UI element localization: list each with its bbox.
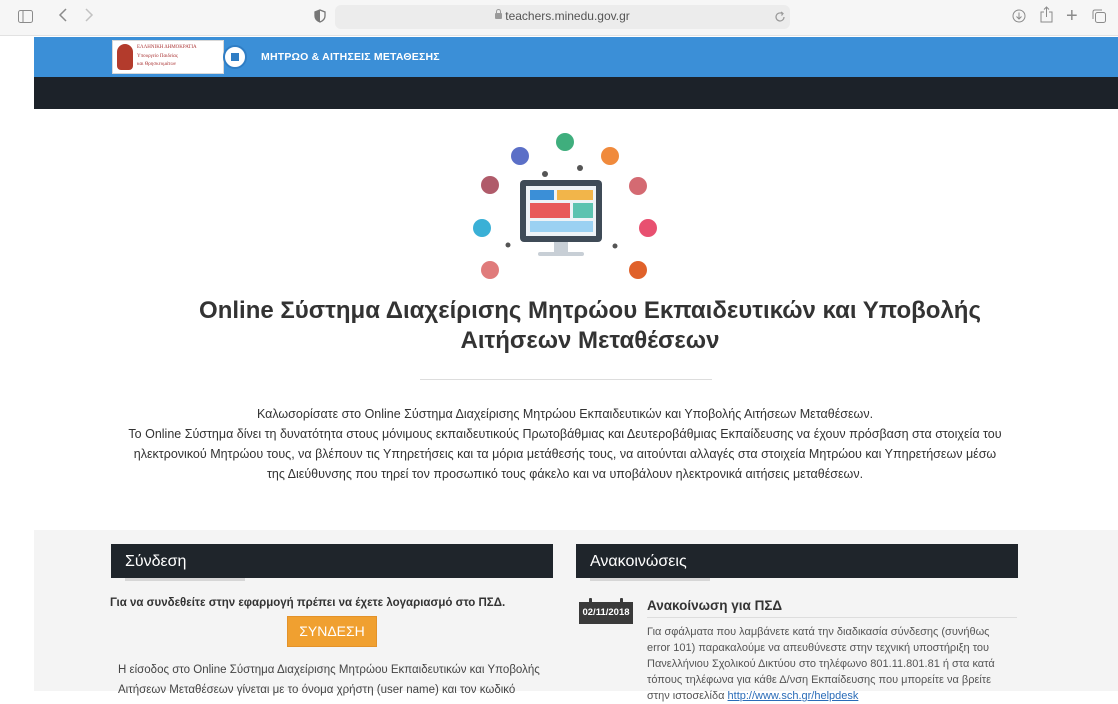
download-icon[interactable]	[1012, 9, 1026, 27]
announcement-line-2: error 101) παρακαλούμε να απευθύνεστε στ…	[647, 642, 990, 654]
announcement-body: Για σφάλματα που λαμβάνετε κατά την διαδ…	[647, 624, 1019, 704]
login-button[interactable]: ΣΥΝΔΕΣΗ	[287, 616, 377, 647]
logo-line-2: Υπουργείο Παιδείας	[137, 54, 178, 59]
tabs-overview-icon[interactable]	[1092, 9, 1106, 27]
site-header: ΕΛΛΗΝΙΚΗ ΔΗΜΟΚΡΑΤΙΑ Υπουργείο Παιδείας κ…	[34, 37, 1118, 77]
forward-icon[interactable]	[84, 7, 94, 27]
logo-line-1: ΕΛΛΗΝΙΚΗ ΔΗΜΟΚΡΑΤΙΑ	[137, 45, 197, 50]
page-title: Online Σύστημα Διαχείρισης Μητρώου Εκπαι…	[60, 296, 1118, 356]
announcement-line-4: τόπους τηλέφωνα για κάθε Δ/νση Εκπαίδευσ…	[647, 674, 992, 686]
logo-line-3: και Θρησκευμάτων	[137, 62, 177, 67]
announcement-divider	[647, 617, 1017, 618]
login-panel-heading: Σύνδεση	[111, 544, 553, 581]
announcement-line-1: Για σφάλματα που λαμβάνετε κατά την διαδ…	[647, 626, 990, 638]
sidebar-icon[interactable]	[18, 9, 33, 27]
login-description-line-2: Αιτήσεων Μεταθέσεων γίνεται με το όνομα …	[118, 684, 516, 696]
login-description: Η είσοδος στο Online Σύστημα Διαχείρισης…	[118, 660, 558, 700]
new-tab-icon[interactable]: +	[1066, 6, 1078, 26]
privacy-shield-icon[interactable]	[314, 9, 326, 27]
intro-line-2: Το Online Σύστημα δίνει τη δυνατότητα στ…	[128, 427, 1002, 441]
reload-icon[interactable]	[774, 9, 786, 27]
announcements-panel-heading: Ανακοινώσεις	[576, 544, 1018, 581]
login-note: Για να συνδεθείτε στην εφαρμογή πρέπει ν…	[110, 597, 506, 609]
intro-text: Καλωσορίσατε στο Online Σύστημα Διαχείρι…	[100, 404, 1030, 484]
page-title-line-1: Online Σύστημα Διαχείρισης Μητρώου Εκπαι…	[199, 297, 981, 324]
lock-icon	[495, 9, 503, 19]
intro-line-4: της Διεύθυνσης που τηρεί τον προσωπικό τ…	[266, 467, 864, 481]
login-description-line-1: Η είσοδος στο Online Σύστημα Διαχείρισης…	[118, 664, 540, 676]
address-bar[interactable]: teachers.minedu.gov.gr	[335, 5, 790, 29]
site-title[interactable]: ΜΗΤΡΩΟ & ΑΙΤΗΣΕΙΣ ΜΕΤΑΘΕΣΗΣ	[261, 51, 440, 63]
announcement-title[interactable]: Ανακοίνωση για ΠΣΔ	[647, 598, 782, 613]
announcement-date-badge: 02/11/2018	[579, 598, 633, 624]
announcement-line-5-prefix: στην ιστοσελίδα	[647, 690, 725, 702]
main-navigation-bar	[34, 77, 1118, 109]
share-icon[interactable]	[1040, 6, 1053, 27]
ministry-logo[interactable]: ΕΛΛΗΝΙΚΗ ΔΗΜΟΚΡΑΤΙΑ Υπουργείο Παιδείας κ…	[112, 40, 224, 74]
intro-line-1: Καλωσορίσατε στο Online Σύστημα Διαχείρι…	[256, 407, 874, 421]
announcement-line-5: στην ιστοσελίδα http://www.sch.gr/helpde…	[647, 688, 1019, 704]
announcement-line-3: Πανελλήνιου Σχολικού Δικτύου στο τηλέφων…	[647, 658, 995, 670]
title-divider	[420, 379, 712, 380]
hero-illustration	[460, 128, 660, 288]
url-text: teachers.minedu.gov.gr	[505, 9, 630, 23]
page-title-line-2: Αιτήσεων Μεταθέσεων	[460, 327, 720, 354]
owl-logo-icon	[117, 44, 133, 70]
intro-line-3: ηλεκτρονικού Μητρώου τους, να βλέπουν τι…	[133, 447, 997, 461]
helpdesk-link[interactable]: http://www.sch.gr/helpdesk	[728, 690, 859, 702]
back-icon[interactable]	[58, 7, 68, 27]
browser-toolbar: teachers.minedu.gov.gr +	[0, 0, 1118, 36]
seal-icon	[223, 45, 247, 69]
